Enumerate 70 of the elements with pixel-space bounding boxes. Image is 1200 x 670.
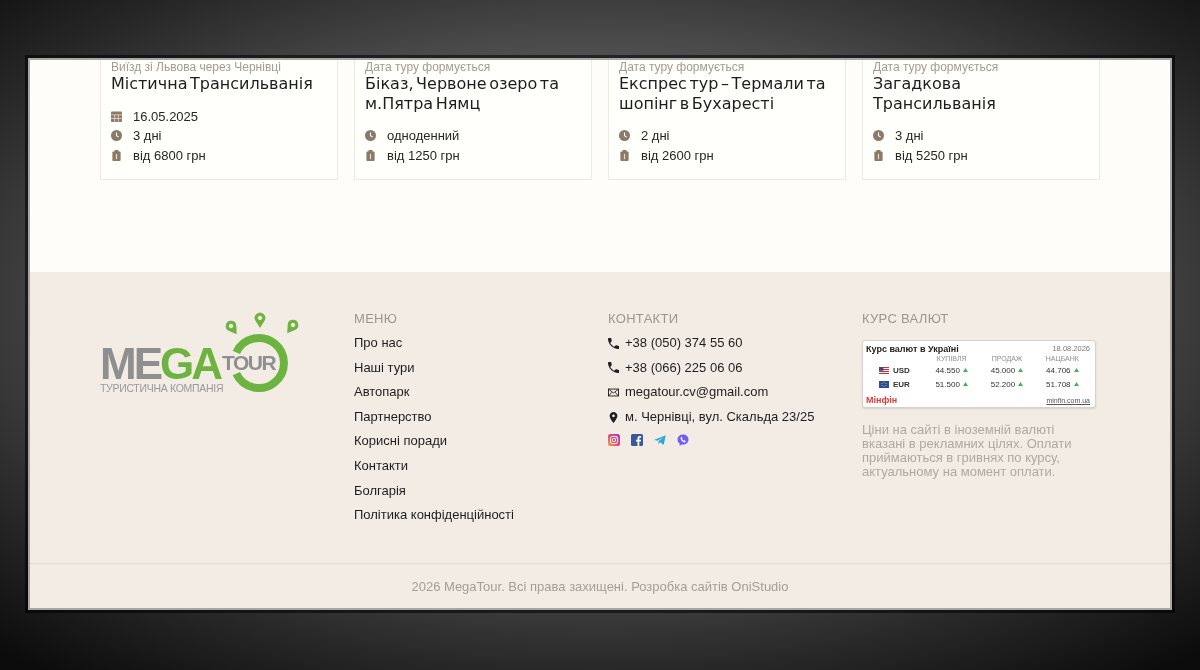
clipboard-icon	[365, 149, 376, 161]
tour-subtitle: Дата туру формується	[365, 60, 491, 74]
column-heading: КУРС ВАЛЮТ	[862, 311, 949, 327]
menu-link[interactable]: Болгарія	[354, 478, 406, 504]
tour-detail: від 1250 грн	[387, 147, 460, 163]
facebook-icon[interactable]	[631, 434, 643, 447]
copyright-text: 2026 MegaTour. Всі права захищені. Розробка сайтів OniStudio	[411, 578, 789, 594]
widget-title: Курс валют в Україні	[866, 343, 959, 354]
rate-value: 45.000	[990, 365, 1016, 375]
clipboard-icon	[111, 149, 122, 161]
rate-value: 44.550	[935, 365, 960, 375]
rate-value: 44.706	[1046, 365, 1071, 375]
address-text: м. Чернівці, вул. Скальда 23/25	[625, 407, 815, 426]
phone-link[interactable]: +38 (050) 374 55 60	[625, 331, 743, 356]
menu-link[interactable]: Про нас	[354, 331, 403, 356]
tour-title: Експрес тур – Термали та шопінг в Бухаресті	[619, 74, 827, 114]
eu-flag-icon	[879, 380, 889, 388]
tour-subtitle: Дата туру формується	[619, 60, 745, 74]
tour-title: Біказ, Червоне озеро та м.Пятра Нямц	[365, 74, 560, 114]
clock-icon	[873, 130, 884, 142]
tour-detail: 16.05.2025	[133, 108, 199, 124]
menu-link[interactable]: Корисні поради	[354, 429, 448, 454]
menu-link[interactable]: Політика конфіденційності	[354, 503, 514, 528]
column-heading: МЕНЮ	[354, 311, 398, 327]
tour-card[interactable]: Дата туру формується Біказ, Червоне озеро та м.Пятра Нямц одноденний від 1250 грн	[354, 60, 592, 180]
tour-card[interactable]: Дата туру формується Загадкова Трансильванія 3 дні від 5250 грн	[862, 60, 1100, 180]
tour-title: Загадкова Трансильванія	[873, 74, 997, 114]
tour-card[interactable]: Дата туру формується Експрес тур – Термали та шопінг в Бухаресті 2 дні від 2600 грн	[608, 60, 846, 180]
tour-detail: одноденний	[387, 128, 460, 144]
tour-detail: від 6800 грн	[133, 147, 206, 163]
logo-suffix: TOUR	[222, 352, 276, 373]
phone-link[interactable]: +38 (066) 225 06 06	[625, 355, 743, 381]
menu-link[interactable]: Контакти	[354, 453, 409, 479]
column-heading: КОНТАКТИ	[608, 311, 679, 327]
tour-subtitle: Дата туру формується	[873, 60, 999, 74]
menu-link[interactable]: Партнерство	[354, 404, 432, 430]
clock-icon	[619, 130, 630, 142]
currency-code: USD	[893, 365, 910, 375]
ring-with-pins-icon	[223, 312, 301, 394]
us-flag-icon	[879, 366, 889, 374]
viber-icon[interactable]	[677, 434, 689, 447]
menu-link[interactable]: Наші тури	[354, 355, 415, 381]
tour-detail: 3 дні	[133, 128, 162, 144]
tour-detail: від 2600 грн	[641, 147, 714, 163]
rate-value: 52.200	[990, 379, 1016, 389]
tour-title: Містична Трансильванія	[111, 74, 314, 94]
tour-detail: від 5250 грн	[895, 147, 968, 163]
currency-code: EUR	[893, 379, 910, 389]
clipboard-icon	[873, 149, 884, 161]
menu-link[interactable]: Автопарк	[354, 380, 410, 405]
rate-value: 51.708	[1046, 379, 1071, 389]
clock-icon	[111, 130, 122, 142]
tour-subtitle: Виїзд зі Львова через Чернівці	[111, 60, 281, 74]
phone-icon	[608, 337, 619, 349]
tour-card[interactable]: Виїзд зі Львова через Чернівці Містична Трансильванія 16.05.2025 3 дні від 6800 грн	[100, 60, 338, 180]
rate-value: 51.500	[935, 379, 960, 389]
disclaimer-text: Ціни на сайті в іноземній валюті вказані в рекламних цілях. Оплати приймаються в гривнях по курсу, актуальному на момент оплати.	[862, 423, 1073, 479]
logo-wordmark: MEGA	[100, 344, 220, 384]
tour-detail: 3 дні	[895, 128, 924, 144]
clock-icon	[365, 130, 376, 142]
calendar-icon	[111, 110, 122, 122]
source-brand: Мінфін	[866, 395, 898, 405]
phone-icon	[608, 362, 619, 374]
email-link[interactable]: megatour.cv@gmail.com	[625, 380, 769, 405]
logo-tagline: ТУРИСТИЧНА КОМПАНІЯ	[100, 382, 225, 394]
clipboard-icon	[619, 149, 630, 161]
map-pin-icon	[608, 411, 619, 423]
instagram-icon[interactable]	[608, 434, 620, 447]
envelope-icon	[608, 388, 619, 397]
tour-detail: 2 дні	[641, 128, 670, 144]
